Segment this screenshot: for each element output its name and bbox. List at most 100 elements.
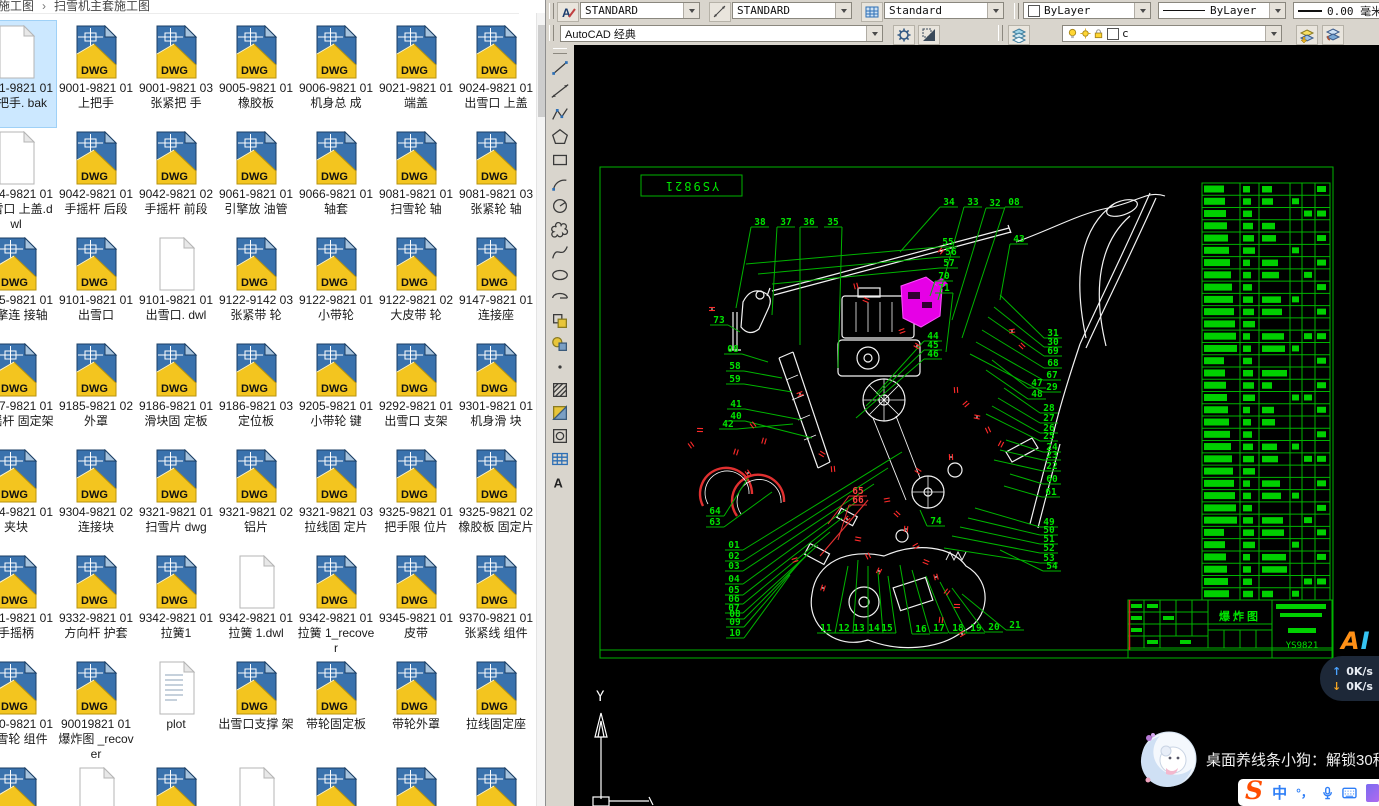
- tool-polygon-button[interactable]: [548, 125, 572, 148]
- ime-skin-icon[interactable]: [1366, 784, 1379, 802]
- workspace-save-icon[interactable]: [918, 25, 940, 45]
- dim-style-dropdown[interactable]: STANDARD: [732, 2, 852, 19]
- file-item[interactable]: DWG 9081-9821 01扫雪轮 轴: [376, 127, 456, 233]
- toolbar-grip[interactable]: [549, 25, 554, 41]
- dropdown-arrow-icon[interactable]: [683, 3, 699, 18]
- file-item[interactable]: DWG 9325-9821 02橡胶板 固定片: [456, 445, 536, 551]
- file-item[interactable]: DWG 9321-9821 03拉线固 定片: [296, 445, 376, 551]
- file-item[interactable]: DWG 9186-9821 03定位板: [216, 339, 296, 445]
- file-item[interactable]: DWG: [296, 763, 376, 806]
- explorer-scrollbar[interactable]: [536, 13, 545, 806]
- layer-previous-icon[interactable]: [1322, 25, 1344, 45]
- file-item[interactable]: DWG 9042-9821 02手摇杆 前段: [136, 127, 216, 233]
- dropdown-arrow-icon[interactable]: [866, 26, 882, 41]
- file-item[interactable]: DWG: [376, 763, 456, 806]
- file-item[interactable]: DWG 9101-9821 01出雪口: [56, 233, 136, 339]
- file-item[interactable]: DWG: [456, 763, 536, 806]
- file-item[interactable]: DWG 9304-9821 02连接块: [56, 445, 136, 551]
- file-item[interactable]: DWG 9321-9821 01扫雪片 dwg: [136, 445, 216, 551]
- file-item[interactable]: DWG 9342-9821 01拉簧 1_recover: [296, 551, 376, 657]
- file-item[interactable]: DWG 9292-9821 01出雪口 支架: [376, 339, 456, 445]
- tool-gradient-button[interactable]: [548, 401, 572, 424]
- tool-region-button[interactable]: [548, 424, 572, 447]
- file-item[interactable]: DWG 9066-9821 01轴套: [296, 127, 376, 233]
- dropdown-arrow-icon[interactable]: [835, 3, 851, 18]
- ime-toolbar[interactable]: S 中 °，: [1238, 779, 1379, 806]
- breadcrumb-parent[interactable]: 主套施工图: [0, 0, 34, 13]
- file-item[interactable]: DWG 9024-9821 01出雪口 上盖: [456, 21, 536, 127]
- file-item[interactable]: DWG: [216, 763, 296, 806]
- tool-line-button[interactable]: [548, 56, 572, 79]
- tool-ellipse-arc-button[interactable]: [548, 286, 572, 309]
- file-item[interactable]: DWG plot: [136, 657, 216, 763]
- tool-multiline-text-button[interactable]: A: [548, 470, 572, 493]
- tool-table-button[interactable]: [548, 447, 572, 470]
- file-item[interactable]: DWG 9332-9821 01方向杆 护套: [56, 551, 136, 657]
- file-item[interactable]: DWG 9304-9821 01夹块: [0, 445, 56, 551]
- workspace-settings-gear-icon[interactable]: [893, 25, 915, 45]
- ime-language-toggle[interactable]: 中: [1272, 782, 1287, 803]
- dropdown-arrow-icon[interactable]: [987, 3, 1003, 18]
- file-item[interactable]: DWG: [56, 763, 136, 806]
- layer-dropdown[interactable]: c: [1062, 25, 1282, 42]
- file-item[interactable]: DWG 90019821 01爆炸图 _recover: [56, 657, 136, 763]
- table-style-icon[interactable]: [861, 2, 883, 22]
- network-speed-widget[interactable]: ↑0K/s ↓0K/s: [1320, 656, 1379, 701]
- tool-ellipse-button[interactable]: [548, 263, 572, 286]
- file-item[interactable]: DWG 9001-9821 01上把手: [56, 21, 136, 127]
- file-item[interactable]: DWG 9147-9821 01连接座: [456, 233, 536, 339]
- file-item[interactable]: DWG 9440-9821 01扫雪轮 组件: [0, 657, 56, 763]
- file-item[interactable]: DWG 9370-9821 01张紧线 组件: [456, 551, 536, 657]
- sogou-logo-icon[interactable]: S: [1245, 776, 1263, 805]
- tool-circle-button[interactable]: [548, 194, 572, 217]
- file-item[interactable]: DWG 9005-9821 01橡胶板: [216, 21, 296, 127]
- ai-assistant-badge[interactable]: AI: [1341, 627, 1371, 655]
- file-item[interactable]: DWG 9342-9821 01拉簧1: [136, 551, 216, 657]
- layer-freeze-sun-icon[interactable]: [1080, 28, 1091, 39]
- toolbar-grip[interactable]: [549, 3, 554, 19]
- file-item[interactable]: DWG 9122-9821 01小带轮: [296, 233, 376, 339]
- file-item[interactable]: DWG 9325-9821 01把手限 位片: [376, 445, 456, 551]
- file-item[interactable]: DWG 出雪口支撑 架: [216, 657, 296, 763]
- tool-revision-cloud-button[interactable]: [548, 217, 572, 240]
- breadcrumb-current[interactable]: 扫雪机主套施工图: [54, 0, 150, 13]
- toolbar-grip[interactable]: [553, 48, 567, 54]
- text-style-dropdown[interactable]: STANDARD: [580, 2, 700, 19]
- linetype-dropdown[interactable]: ByLayer: [1158, 2, 1286, 19]
- file-item[interactable]: DWG 9331-9821 01手摇柄: [0, 551, 56, 657]
- dropdown-arrow-icon[interactable]: [1134, 3, 1150, 18]
- file-item[interactable]: DWG 9101-9821 01出雪口. dwl: [136, 233, 216, 339]
- file-item[interactable]: DWG 带轮外罩: [376, 657, 456, 763]
- dropdown-arrow-icon[interactable]: [1265, 26, 1281, 41]
- tool-insert-block-button[interactable]: [548, 309, 572, 332]
- dropdown-arrow-icon[interactable]: [1269, 3, 1285, 18]
- ime-punctuation-toggle[interactable]: °，: [1296, 784, 1313, 801]
- file-item[interactable]: DWG 9122-9142 03张紧带 轮: [216, 233, 296, 339]
- file-item[interactable]: DWG 9001-9821 01上把手. bak: [0, 21, 56, 127]
- file-item[interactable]: DWG 9186-9821 01滑块固 定板: [136, 339, 216, 445]
- make-layer-current-icon[interactable]: [1296, 25, 1318, 45]
- file-item[interactable]: DWG 9021-9821 01端盖: [376, 21, 456, 127]
- tool-spline-button[interactable]: [548, 240, 572, 263]
- tool-make-block-button[interactable]: [548, 332, 572, 355]
- tool-hatch-button[interactable]: [548, 378, 572, 401]
- pet-puppy-moon-icon[interactable]: [1140, 730, 1198, 788]
- file-item[interactable]: DWG 9205-9821 01小带轮 键: [296, 339, 376, 445]
- file-item[interactable]: DWG 9081-9821 03张紧轮 轴: [456, 127, 536, 233]
- file-item[interactable]: DWG 9342-9821 01拉簧 1.dwl: [216, 551, 296, 657]
- file-item[interactable]: DWG 带轮固定板: [296, 657, 376, 763]
- workspace-dropdown[interactable]: AutoCAD 经典: [560, 25, 883, 42]
- file-item[interactable]: DWG 9185-9821 02外罩: [56, 339, 136, 445]
- tool-polyline-button[interactable]: [548, 102, 572, 125]
- file-item[interactable]: DWG 9301-9821 01机身滑 块: [456, 339, 536, 445]
- tool-construction-line-button[interactable]: [548, 79, 572, 102]
- file-item[interactable]: DWG 9061-9821 01引擎放 油管: [216, 127, 296, 233]
- text-style-icon[interactable]: A: [557, 2, 579, 22]
- file-item[interactable]: DWG 9321-9821 02铝片: [216, 445, 296, 551]
- file-item[interactable]: DWG 9345-9821 01皮带: [376, 551, 456, 657]
- color-dropdown[interactable]: ByLayer: [1023, 2, 1151, 19]
- breadcrumb[interactable]: 主套施工图›扫雪机主套施工图: [0, 0, 519, 14]
- tool-point-button[interactable]: [548, 355, 572, 378]
- file-item[interactable]: DWG 9001-9821 03 张紧把 手: [136, 21, 216, 127]
- tool-rectangle-button[interactable]: [548, 148, 572, 171]
